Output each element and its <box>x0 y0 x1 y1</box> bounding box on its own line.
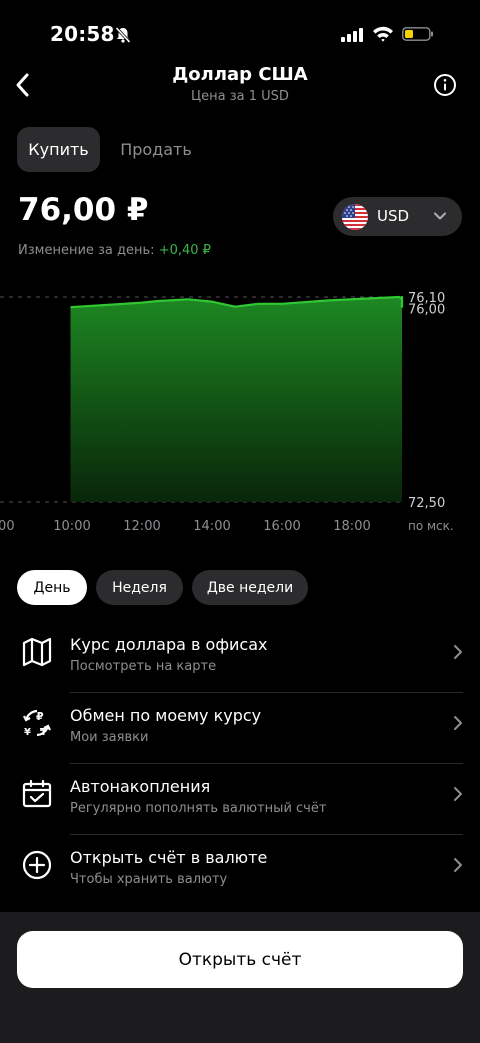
daily-change: Изменение за день: +0,40 ₽ <box>18 243 211 258</box>
chevron-right-icon <box>454 645 462 659</box>
page-subtitle: Цена за 1 USD <box>191 89 289 104</box>
list-item-title: Открыть счёт в валюте <box>70 848 268 867</box>
y-tick-label: 72,50 <box>408 496 445 511</box>
list-item-title: Автонакопления <box>70 777 211 796</box>
x-tick-label: 12:00 <box>123 519 160 534</box>
us-flag-icon <box>342 204 368 230</box>
calendar-check-icon <box>22 779 52 808</box>
currency-exchange-icon: ₽ ¥ ₸ <box>23 709 51 738</box>
list-item-subtitle: Чтобы хранить валюту <box>70 872 228 887</box>
list-item-office-rates[interactable]: Курс доллара в офисах Посмотреть на карт… <box>0 623 480 694</box>
divider <box>70 763 463 764</box>
x-tick-label: 18:00 <box>333 519 370 534</box>
divider <box>70 834 463 835</box>
daily-change-label: Изменение за день: <box>18 243 155 258</box>
x-tick-label: 16:00 <box>263 519 300 534</box>
battery-icon <box>402 27 433 41</box>
chevron-right-icon <box>454 716 462 730</box>
divider <box>70 692 463 693</box>
chevron-down-icon <box>434 212 446 220</box>
rate-chart: 76,1076,0072,508:0010:0012:0014:0016:001… <box>0 291 454 534</box>
x-tick-label: 8:00 <box>0 519 15 534</box>
list-item-subtitle: Мои заявки <box>70 730 149 745</box>
currency-select[interactable]: USD <box>333 197 462 236</box>
svg-text:₸: ₸ <box>40 727 47 738</box>
y-tick-label: 76,00 <box>408 303 445 318</box>
chevron-right-icon <box>454 858 462 872</box>
chevron-right-icon <box>454 787 462 801</box>
wifi-icon <box>373 26 393 42</box>
list-item-title: Курс доллара в офисах <box>70 635 268 654</box>
tab-buy[interactable]: Купить <box>17 127 100 172</box>
cellular-signal-icon <box>341 28 363 42</box>
period-day-button[interactable]: День <box>17 570 87 605</box>
x-tick-label: 14:00 <box>193 519 230 534</box>
page-title: Доллар США <box>172 64 308 85</box>
daily-change-value: +0,40 ₽ <box>158 243 211 258</box>
list-item-subtitle: Посмотреть на карте <box>70 659 217 674</box>
open-account-button[interactable]: Открыть счёт <box>17 931 463 988</box>
x-axis-unit-label: по мск. <box>408 519 454 533</box>
plus-circle-icon <box>22 850 52 880</box>
info-icon[interactable] <box>433 73 457 97</box>
price-value: 76,00 ₽ <box>18 192 149 228</box>
list-item-title: Обмен по моему курсу <box>70 706 262 725</box>
currency-code: USD <box>377 207 410 225</box>
tab-sell[interactable]: Продать <box>110 127 202 172</box>
list-item-open-currency-account[interactable]: Открыть счёт в валюте Чтобы хранить валю… <box>0 836 480 907</box>
list-item-custom-exchange[interactable]: ₽ ¥ ₸ Обмен по моему курсу Мои заявки <box>0 694 480 765</box>
chart-area <box>70 297 402 502</box>
svg-text:₽: ₽ <box>36 710 44 723</box>
status-time: 20:58 <box>50 22 115 46</box>
list-item-auto-savings[interactable]: Автонакопления Регулярно пополнять валют… <box>0 765 480 836</box>
period-two-weeks-button[interactable]: Две недели <box>192 570 308 605</box>
x-tick-label: 10:00 <box>53 519 90 534</box>
svg-text:¥: ¥ <box>24 727 31 738</box>
period-week-button[interactable]: Неделя <box>96 570 183 605</box>
list-item-subtitle: Регулярно пополнять валютный счёт <box>70 801 327 816</box>
map-icon <box>22 637 52 667</box>
bell-muted-icon <box>115 26 131 44</box>
